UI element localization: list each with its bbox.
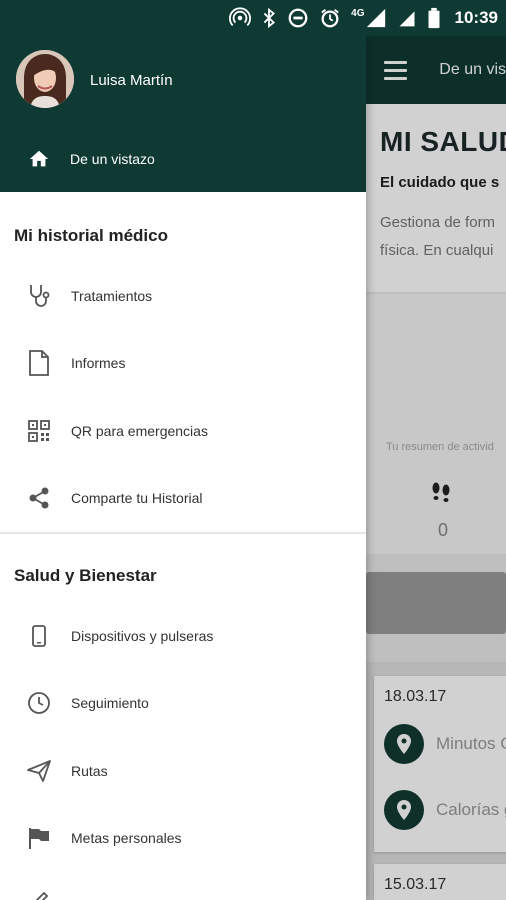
stethoscope-icon <box>26 283 52 309</box>
alarm-icon <box>319 7 341 29</box>
qr-code-icon <box>26 418 52 444</box>
drawer-item-informes[interactable]: Informes <box>0 338 366 388</box>
section-title-salud: Salud y Bienestar <box>14 566 157 585</box>
hotspot-icon <box>229 7 252 29</box>
drawer-item-qr[interactable]: QR para emergencias <box>0 406 366 456</box>
section-title-historial: Mi historial médico <box>14 226 168 245</box>
drawer-item-label: Dispositivos y pulseras <box>71 628 214 644</box>
document-icon <box>26 350 52 376</box>
drawer-item-label: Tratamientos <box>71 288 153 304</box>
do-not-disturb-icon <box>287 7 309 29</box>
drawer-item-label: Metas personales <box>71 830 182 846</box>
flag-icon <box>26 825 52 851</box>
battery-icon <box>427 7 441 29</box>
bluetooth-icon <box>261 7 277 29</box>
network-type-label: 4G <box>351 7 365 19</box>
drawer-item-label: Comparte tu Historial <box>71 490 203 506</box>
share-icon <box>26 485 52 511</box>
drawer-item-label: Rutas <box>71 763 108 779</box>
home-icon <box>29 150 49 167</box>
drawer-item-label: De un vistazo <box>70 151 155 167</box>
drawer-scrim[interactable] <box>366 36 506 900</box>
phone-device-icon <box>26 623 52 649</box>
drawer-item-dispositivos[interactable]: Dispositivos y pulseras <box>0 611 366 661</box>
drawer-item-tratamientos[interactable]: Tratamientos <box>0 271 366 321</box>
cell-signal-icon <box>397 7 417 29</box>
drawer-item-rutas[interactable]: Rutas <box>0 746 366 796</box>
signal-icon <box>365 7 387 29</box>
clock-icon <box>26 690 52 716</box>
pencil-icon <box>26 888 52 900</box>
drawer-item-label: Informes <box>71 355 126 371</box>
user-name[interactable]: Luisa Martín <box>90 72 173 89</box>
drawer-header: Luisa Martín De un vistazo <box>0 36 366 192</box>
drawer-item-partial[interactable] <box>0 876 366 900</box>
drawer-item-label: QR para emergencias <box>71 423 208 439</box>
section-divider <box>0 532 366 534</box>
paper-plane-icon <box>26 758 52 784</box>
drawer-item-metas[interactable]: Metas personales <box>0 813 366 863</box>
drawer-item-home[interactable]: De un vistazo <box>0 132 366 186</box>
drawer-item-label: Seguimiento <box>71 695 149 711</box>
status-bar: 4G 10:39 <box>0 0 506 36</box>
drawer-item-seguimiento[interactable]: Seguimiento <box>0 678 366 728</box>
drawer-item-comparte[interactable]: Comparte tu Historial <box>0 473 366 523</box>
navigation-drawer: Luisa Martín De un vistazo Mi historial … <box>0 36 366 900</box>
clock-time: 10:39 <box>454 8 498 27</box>
avatar[interactable] <box>16 50 74 108</box>
